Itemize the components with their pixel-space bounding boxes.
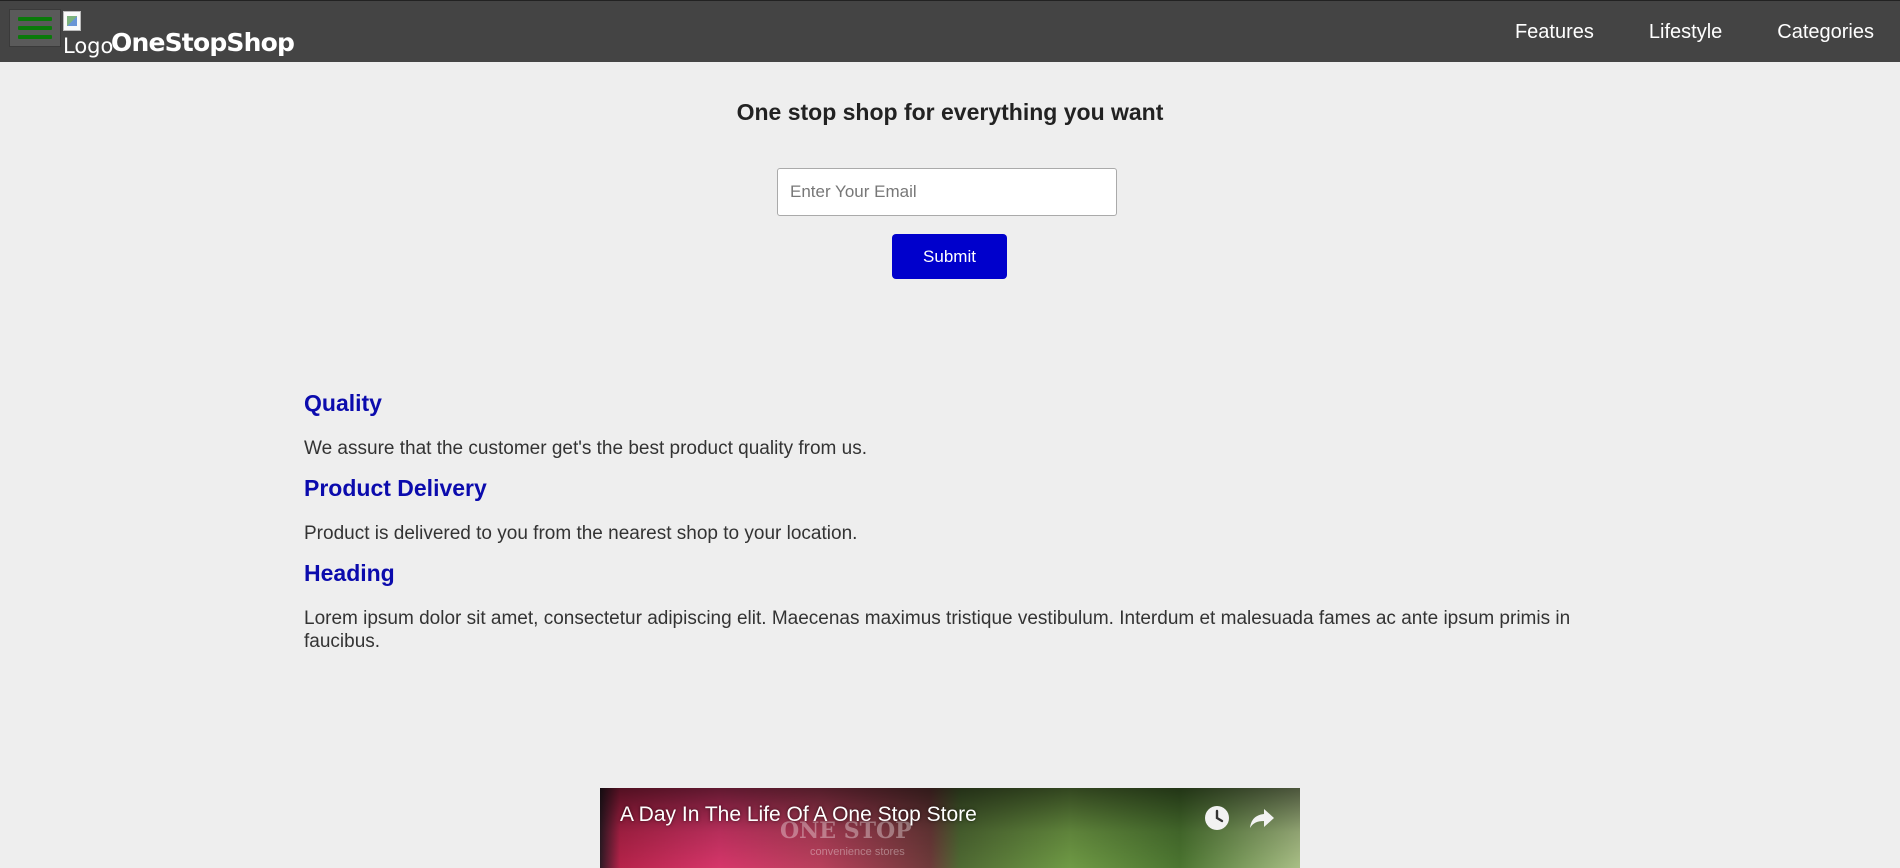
hamburger-icon-bar [18,26,52,30]
share-icon[interactable] [1247,803,1277,833]
feature-quality: Quality We assure that the customer get'… [304,390,1594,460]
nav-link-categories[interactable]: Categories [1777,21,1874,44]
feature-product-delivery: Product Delivery Product is delivered to… [304,475,1594,545]
brand-name: OneStopShop [111,28,295,57]
video-title[interactable]: A Day In The Life Of A One Stop Store [620,803,977,827]
features-section: Quality We assure that the customer get'… [304,390,1594,668]
nav-link-lifestyle[interactable]: Lifestyle [1649,21,1722,44]
email-input[interactable] [777,168,1117,216]
hamburger-icon-bar [18,17,52,21]
broken-image-icon [63,11,81,31]
feature-heading: Heading [304,560,395,586]
submit-button[interactable]: Submit [892,234,1007,279]
embedded-video-player[interactable]: ONE STOP convenience stores A Day In The… [600,788,1300,868]
video-thumbnail[interactable] [600,788,1300,868]
feature-heading: Quality [304,390,382,416]
feature-text: Lorem ipsum dolor sit amet, consectetur … [304,608,1571,652]
logo-image: Logo [63,11,113,57]
feature-text: We assure that the customer get's the be… [304,438,867,459]
feature-text: Product is delivered to you from the nea… [304,523,858,544]
brand-logo-link[interactable]: Logo OneStopShop [63,7,295,57]
hero-title: One stop shop for everything you want [736,99,1164,125]
feature-heading: Product Delivery [304,475,487,501]
hamburger-icon-bar [18,35,52,39]
video-store-sign-subtext: convenience stores [810,846,905,858]
feature-heading-block: Heading Lorem ipsum dolor sit amet, cons… [304,560,1594,653]
nav-link-features[interactable]: Features [1515,21,1594,44]
hamburger-menu-button[interactable] [9,9,61,47]
logo-alt-text: Logo [63,34,114,58]
watch-later-icon[interactable] [1202,803,1232,833]
main-nav: Features Lifestyle Categories [1515,1,1874,63]
top-navbar: Logo OneStopShop Features Lifestyle Cate… [0,0,1900,62]
